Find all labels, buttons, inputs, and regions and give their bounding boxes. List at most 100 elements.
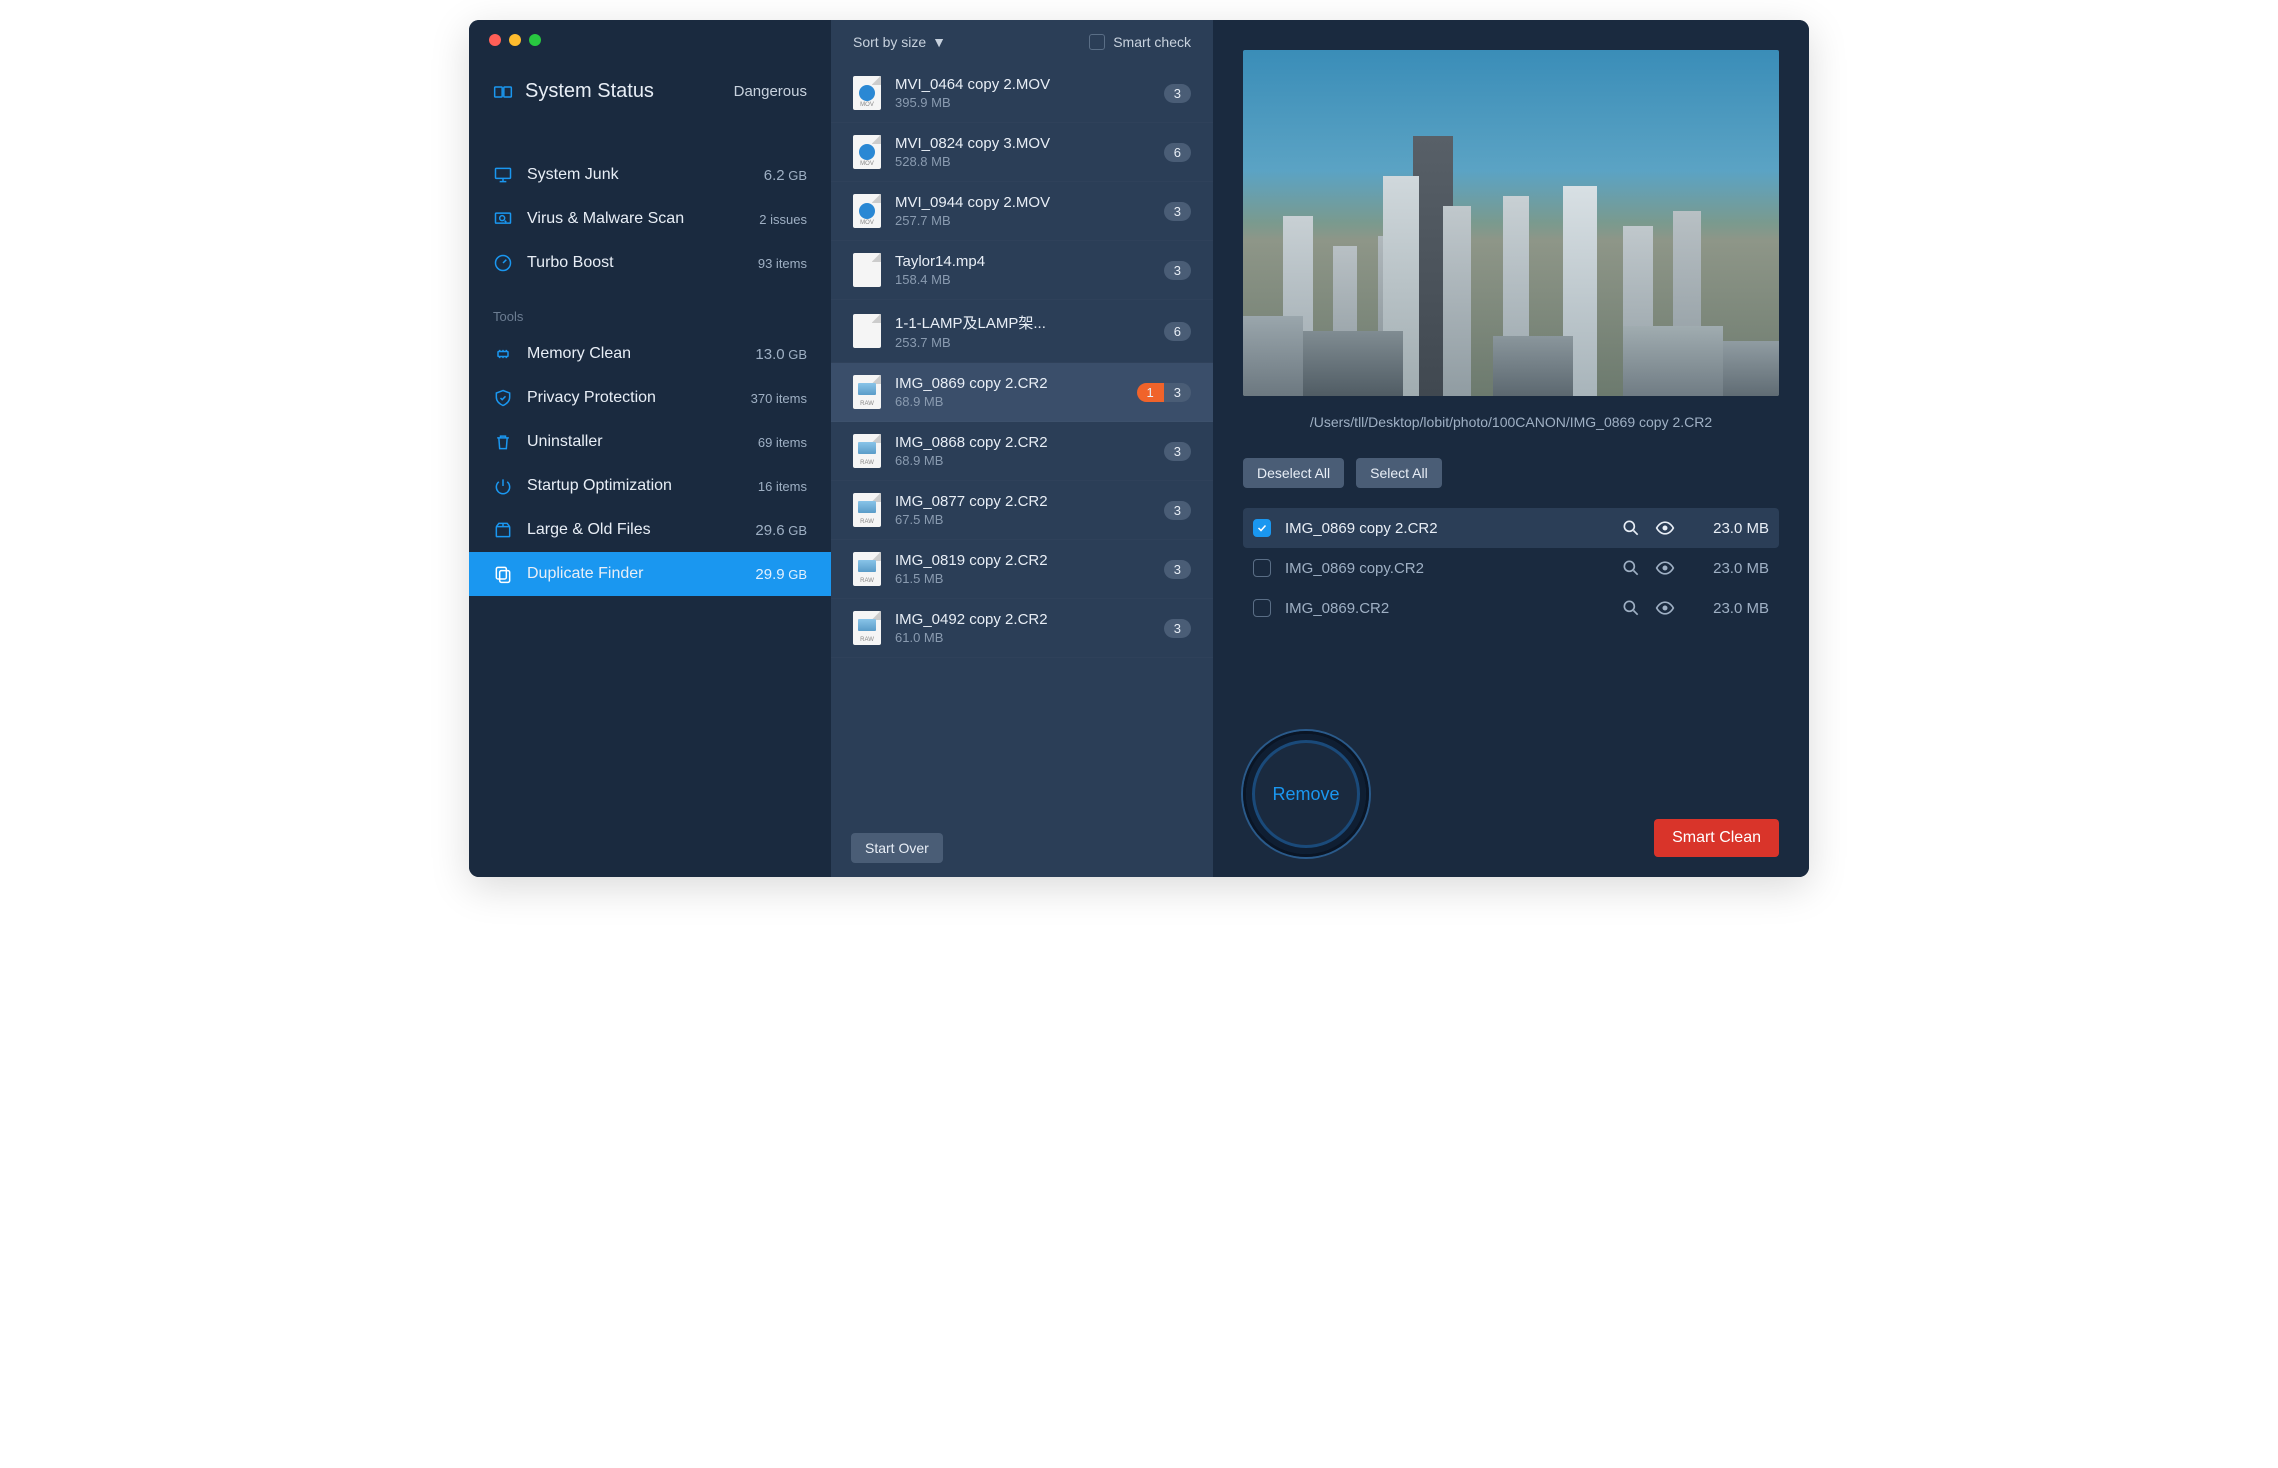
sidebar-item-value: 13.0 GB <box>755 346 807 363</box>
sidebar-item-duplicate-finder[interactable]: Duplicate Finder 29.9 GB <box>469 552 831 596</box>
file-icon: RAW <box>853 493 881 527</box>
count-badge: 3 <box>1164 442 1191 461</box>
remove-button[interactable]: Remove <box>1243 731 1369 857</box>
file-size: 395.9 MB <box>895 95 1150 110</box>
sidebar-item-label: Privacy Protection <box>527 389 656 407</box>
file-name: MVI_0824 copy 3.MOV <box>895 135 1150 152</box>
power-icon <box>493 476 513 496</box>
chip-icon <box>493 344 513 364</box>
system-status-row[interactable]: System Status Dangerous <box>469 66 831 123</box>
duplicate-name: IMG_0869 copy 2.CR2 <box>1285 520 1607 537</box>
search-icon[interactable] <box>1621 518 1641 538</box>
select-all-button[interactable]: Select All <box>1356 458 1442 488</box>
duplicate-row[interactable]: IMG_0869 copy.CR2 23.0 MB <box>1243 548 1779 588</box>
duplicate-name: IMG_0869.CR2 <box>1285 600 1607 617</box>
file-size: 61.5 MB <box>895 571 1150 586</box>
remove-label: Remove <box>1272 784 1339 805</box>
monitor-search-icon <box>493 209 513 229</box>
duplicate-name: IMG_0869 copy.CR2 <box>1285 560 1607 577</box>
file-row[interactable]: Taylor14.mp4158.4 MB3 <box>831 241 1213 300</box>
tools-section-label: Tools <box>469 285 831 332</box>
file-row[interactable]: RAWIMG_0492 copy 2.CR261.0 MB3 <box>831 599 1213 658</box>
file-icon: RAW <box>853 552 881 586</box>
sidebar-item-uninstaller[interactable]: Uninstaller69 items <box>469 420 831 464</box>
file-name: IMG_0819 copy 2.CR2 <box>895 552 1150 569</box>
app-window: System Status Dangerous System Junk6.2 G… <box>469 20 1809 877</box>
minimize-icon[interactable] <box>509 34 521 46</box>
file-icon: RAW <box>853 375 881 409</box>
file-row[interactable]: MOVMVI_0824 copy 3.MOV528.8 MB6 <box>831 123 1213 182</box>
count-badge: 3 <box>1164 202 1191 221</box>
file-size: 257.7 MB <box>895 213 1150 228</box>
checkbox[interactable] <box>1253 599 1271 617</box>
duplicate-row[interactable]: IMG_0869.CR223.0 MB <box>1243 588 1779 628</box>
smart-check-label: Smart check <box>1113 34 1191 50</box>
file-name: IMG_0869 copy 2.CR2 <box>895 375 1123 392</box>
eye-icon[interactable] <box>1655 558 1675 578</box>
file-path: /Users/tll/Desktop/lobit/photo/100CANON/… <box>1243 410 1779 444</box>
checkbox[interactable] <box>1253 559 1271 577</box>
sort-label: Sort by size <box>853 34 926 50</box>
eye-icon[interactable] <box>1655 518 1675 538</box>
sidebar-item-label: Large & Old Files <box>527 521 651 539</box>
file-row[interactable]: MOVMVI_0464 copy 2.MOV395.9 MB3 <box>831 64 1213 123</box>
sidebar-item-value: 16 items <box>758 479 807 494</box>
sidebar-item-virus-malware-scan[interactable]: Virus & Malware Scan 2 issues <box>469 197 831 241</box>
file-row[interactable]: RAWIMG_0877 copy 2.CR267.5 MB3 <box>831 481 1213 540</box>
file-list-panel: Sort by size ▼ Smart check MOVMVI_0464 c… <box>831 20 1213 877</box>
sidebar-item-label: Virus & Malware Scan <box>527 210 684 228</box>
count-badge: 3 <box>1164 261 1191 280</box>
checkbox[interactable] <box>1253 519 1271 537</box>
smart-clean-button[interactable]: Smart Clean <box>1654 819 1779 857</box>
count-badge: 3 <box>1164 84 1191 103</box>
file-row[interactable]: RAWIMG_0819 copy 2.CR261.5 MB3 <box>831 540 1213 599</box>
file-row[interactable]: RAWIMG_0869 copy 2.CR268.9 MB13 <box>831 363 1213 422</box>
sidebar-item-label: Duplicate Finder <box>527 565 644 583</box>
sidebar-item-turbo-boost[interactable]: Turbo Boost93 items <box>469 241 831 285</box>
start-over-button[interactable]: Start Over <box>851 833 943 863</box>
search-icon[interactable] <box>1621 598 1641 618</box>
sidebar-item-label: System Junk <box>527 166 619 184</box>
duplicate-size: 23.0 MB <box>1689 560 1769 577</box>
sidebar-item-value: 29.9 GB <box>755 566 807 583</box>
count-badge: 3 <box>1164 383 1191 402</box>
maximize-icon[interactable] <box>529 34 541 46</box>
file-size: 158.4 MB <box>895 272 1150 287</box>
sidebar-item-system-junk[interactable]: System Junk6.2 GB <box>469 153 831 197</box>
sidebar-item-label: Memory Clean <box>527 345 631 363</box>
deselect-all-button[interactable]: Deselect All <box>1243 458 1344 488</box>
file-size: 67.5 MB <box>895 512 1150 527</box>
file-size: 61.0 MB <box>895 630 1150 645</box>
eye-icon[interactable] <box>1655 598 1675 618</box>
sidebar-item-value: 69 items <box>758 435 807 450</box>
file-row[interactable]: MOVMVI_0944 copy 2.MOV257.7 MB3 <box>831 182 1213 241</box>
sidebar-item-large-old-files[interactable]: Large & Old Files 29.6 GB <box>469 508 831 552</box>
box-icon <box>493 520 513 540</box>
count-badge: 6 <box>1164 322 1191 341</box>
smart-check-toggle[interactable]: Smart check <box>1089 34 1191 50</box>
file-size: 253.7 MB <box>895 335 1150 350</box>
file-row[interactable]: RAWIMG_0868 copy 2.CR268.9 MB3 <box>831 422 1213 481</box>
search-icon[interactable] <box>1621 558 1641 578</box>
sidebar-item-label: Turbo Boost <box>527 254 614 272</box>
close-icon[interactable] <box>489 34 501 46</box>
copy-icon <box>493 564 513 584</box>
sidebar-item-startup-optimization[interactable]: Startup Optimization16 items <box>469 464 831 508</box>
count-badge: 3 <box>1164 619 1191 638</box>
monitor-icon <box>493 165 513 185</box>
sidebar-item-memory-clean[interactable]: Memory Clean 13.0 GB <box>469 332 831 376</box>
duplicate-list: IMG_0869 copy 2.CR223.0 MBIMG_0869 copy.… <box>1243 508 1779 628</box>
sort-button[interactable]: Sort by size ▼ <box>853 34 946 50</box>
chevron-down-icon: ▼ <box>932 34 946 50</box>
file-row[interactable]: 1-1-LAMP及LAMP架...253.7 MB6 <box>831 300 1213 363</box>
shield-icon <box>493 388 513 408</box>
file-size: 68.9 MB <box>895 394 1123 409</box>
duplicate-row[interactable]: IMG_0869 copy 2.CR223.0 MB <box>1243 508 1779 548</box>
sidebar-item-value: 29.6 GB <box>755 522 807 539</box>
file-icon: MOV <box>853 76 881 110</box>
file-icon: MOV <box>853 135 881 169</box>
sidebar-item-value: 2 issues <box>759 212 807 227</box>
sidebar-item-privacy-protection[interactable]: Privacy Protection370 items <box>469 376 831 420</box>
file-name: IMG_0868 copy 2.CR2 <box>895 434 1150 451</box>
sidebar: System Status Dangerous System Junk6.2 G… <box>469 20 831 877</box>
